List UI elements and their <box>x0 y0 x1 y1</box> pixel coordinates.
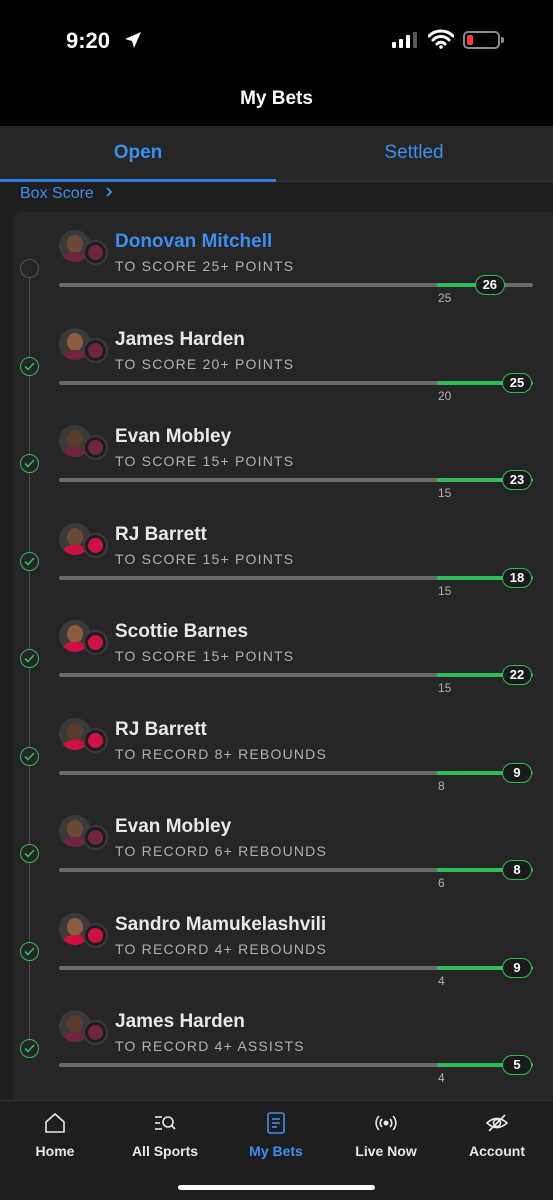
nav-my-bets-label: My Bets <box>249 1143 303 1159</box>
leg-won-check-icon <box>20 551 39 571</box>
bet-leg[interactable]: Evan Mobley TO SCORE 15+ POINTS 23 15 <box>0 420 553 518</box>
nav-all-sports-label: All Sports <box>131 1143 199 1159</box>
actual-stat-badge: 18 <box>502 567 532 588</box>
leg-won-check-icon <box>20 746 39 766</box>
bet-slip-icon <box>267 1112 285 1134</box>
eye-off-icon <box>485 1114 509 1132</box>
target-threshold: 4 <box>438 973 445 988</box>
nav-all-sports[interactable]: All Sports <box>110 1111 220 1159</box>
home-indicator <box>178 1185 375 1190</box>
team-logo-icon <box>83 630 108 655</box>
actual-stat-badge: 5 <box>502 1055 532 1075</box>
bet-leg[interactable]: RJ Barrett TO RECORD 8+ REBOUNDS 9 8 <box>0 713 553 811</box>
prop-description: TO SCORE 15+ POINTS <box>115 550 295 567</box>
bet-leg[interactable]: Evan Mobley TO RECORD 6+ REBOUNDS 8 6 <box>0 810 553 908</box>
home-icon <box>45 1113 65 1133</box>
nav-live-now[interactable]: Live Now <box>331 1111 441 1159</box>
chevron-right-icon <box>106 187 113 197</box>
prop-description: TO RECORD 4+ REBOUNDS <box>115 940 328 957</box>
nav-home-label: Home <box>35 1143 75 1159</box>
team-logo-icon <box>83 337 108 363</box>
actual-stat-badge: 25 <box>502 372 532 393</box>
player-name[interactable]: Scottie Barnes <box>115 621 248 643</box>
target-threshold: 8 <box>438 778 445 793</box>
search-list-icon <box>155 1116 176 1130</box>
box-score-label: Box Score <box>20 185 94 202</box>
player-name[interactable]: RJ Barrett <box>115 524 207 546</box>
target-threshold: 6 <box>438 876 445 890</box>
live-broadcast-icon <box>375 1115 397 1131</box>
leg-won-check-icon <box>20 844 39 863</box>
status-time: 9:20 <box>66 28 111 53</box>
player-name[interactable]: Sandro Mamukelashvili <box>115 914 326 936</box>
nav-home[interactable]: Home <box>0 1111 110 1159</box>
bet-leg[interactable]: RJ Barrett TO SCORE 15+ POINTS 18 15 <box>0 518 553 616</box>
location-arrow-icon <box>125 32 141 48</box>
nav-account-label: Account <box>469 1143 525 1159</box>
prop-description: TO SCORE 20+ POINTS <box>115 355 295 372</box>
nav-account[interactable]: Account <box>442 1111 552 1159</box>
team-logo-icon <box>83 532 108 558</box>
prop-description: TO SCORE 15+ POINTS <box>115 453 295 469</box>
target-threshold: 15 <box>438 486 452 500</box>
prop-description: TO RECORD 8+ REBOUNDS <box>115 745 328 762</box>
box-score-link[interactable]: Box Score <box>20 185 114 203</box>
team-logo-icon <box>83 922 108 948</box>
leg-pending-circle-icon <box>20 259 39 278</box>
cellular-signal-icon <box>392 32 417 48</box>
actual-stat-badge: 23 <box>502 470 532 490</box>
bet-leg[interactable]: Scottie Barnes TO SCORE 15+ POINTS 22 15 <box>0 615 553 713</box>
team-logo-icon <box>83 727 108 753</box>
bottom-nav: Home All Sports My Bets Live Now Account <box>0 1100 553 1200</box>
bet-leg[interactable]: James Harden TO SCORE 20+ POINTS 25 20 <box>0 323 553 421</box>
bet-content: Box Score Donovan Mitchell TO SCORE 25+ … <box>0 182 553 1100</box>
player-name[interactable]: RJ Barrett <box>115 719 207 741</box>
target-threshold: 25 <box>438 291 452 305</box>
bet-leg[interactable]: Sandro Mamukelashvili TO RECORD 4+ REBOU… <box>0 908 553 1006</box>
player-name[interactable]: Evan Mobley <box>115 816 231 838</box>
actual-stat-badge: 8 <box>502 860 532 880</box>
actual-stat-badge: 9 <box>502 957 532 978</box>
wifi-icon <box>428 29 454 49</box>
page-title: My Bets <box>240 88 313 109</box>
prop-description: TO RECORD 4+ ASSISTS <box>115 1038 305 1054</box>
status-bar: 9:20 <box>0 26 553 56</box>
team-logo-icon <box>83 435 108 460</box>
tab-settled[interactable]: Settled <box>276 126 552 182</box>
bet-leg[interactable]: Donovan Mitchell TO SCORE 25+ POINTS 26 … <box>0 225 553 323</box>
player-name[interactable]: Donovan Mitchell <box>115 231 272 253</box>
target-threshold: 15 <box>438 583 452 598</box>
leg-won-check-icon <box>20 941 39 961</box>
actual-stat-badge: 22 <box>502 665 532 685</box>
tab-open[interactable]: Open <box>0 126 276 182</box>
bet-leg[interactable]: James Harden TO RECORD 4+ ASSISTS 5 4 <box>0 1005 553 1100</box>
player-name[interactable]: James Harden <box>115 1011 245 1033</box>
team-logo-icon <box>83 1020 108 1045</box>
bet-tabs: Open Settled <box>0 126 553 182</box>
actual-stat-badge: 26 <box>474 275 505 295</box>
nav-my-bets[interactable]: My Bets <box>221 1111 331 1159</box>
target-threshold: 15 <box>438 681 452 695</box>
leg-won-check-icon <box>20 1039 39 1058</box>
leg-won-check-icon <box>20 454 39 473</box>
team-logo-icon <box>83 240 108 265</box>
actual-stat-badge: 9 <box>502 762 532 783</box>
prop-description: TO SCORE 25+ POINTS <box>115 258 295 274</box>
team-logo-icon <box>83 825 108 850</box>
target-threshold: 20 <box>438 388 452 403</box>
player-name[interactable]: James Harden <box>115 329 245 351</box>
nav-live-now-label: Live Now <box>355 1143 417 1159</box>
player-name[interactable]: Evan Mobley <box>115 426 231 448</box>
prop-description: TO RECORD 6+ REBOUNDS <box>115 843 328 859</box>
battery-icon <box>463 31 504 49</box>
prop-description: TO SCORE 15+ POINTS <box>115 648 295 664</box>
top-bar: 9:20 My Bets <box>0 0 553 126</box>
target-threshold: 4 <box>438 1071 445 1085</box>
leg-won-check-icon <box>20 649 39 668</box>
leg-won-check-icon <box>20 356 39 376</box>
